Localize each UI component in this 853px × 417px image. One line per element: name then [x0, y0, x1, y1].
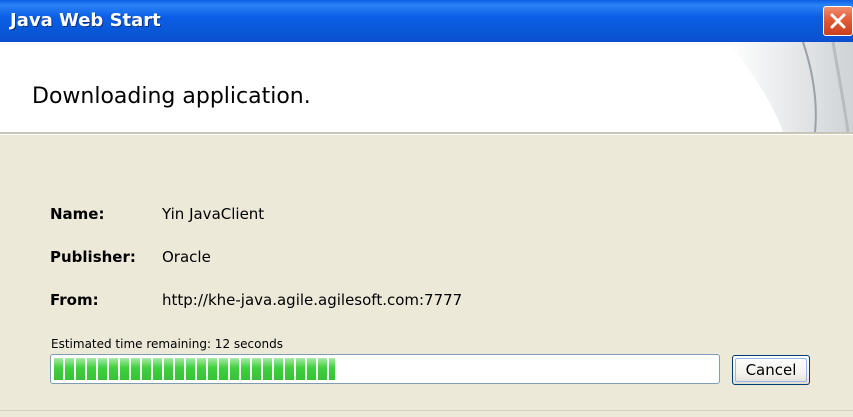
header-banner: Downloading application.: [0, 42, 853, 132]
cancel-button[interactable]: Cancel: [732, 355, 810, 385]
name-value: Yin JavaClient: [162, 205, 265, 223]
close-icon: [830, 13, 846, 29]
publisher-value: Oracle: [162, 248, 211, 266]
progress-fill: [54, 358, 335, 380]
download-progress-bar: [50, 354, 720, 384]
from-value: http://khe-java.agile.agilesoft.com:7777: [162, 291, 463, 309]
time-remaining-text: Estimated time remaining: 12 seconds: [51, 337, 283, 351]
page-title: Downloading application.: [32, 84, 311, 109]
from-label: From:: [50, 291, 99, 309]
window-title: Java Web Start: [10, 10, 161, 31]
title-bar[interactable]: Java Web Start: [0, 0, 853, 42]
close-button[interactable]: [823, 6, 853, 36]
dialog-bottom-edge: [0, 410, 853, 417]
decorative-swoosh: [728, 42, 853, 132]
header-divider: [0, 132, 853, 135]
cancel-label: Cancel: [745, 361, 797, 379]
java-web-start-dialog: Java Web Start Downloading application. …: [0, 0, 853, 417]
publisher-label: Publisher:: [50, 248, 136, 266]
name-label: Name:: [50, 205, 105, 223]
